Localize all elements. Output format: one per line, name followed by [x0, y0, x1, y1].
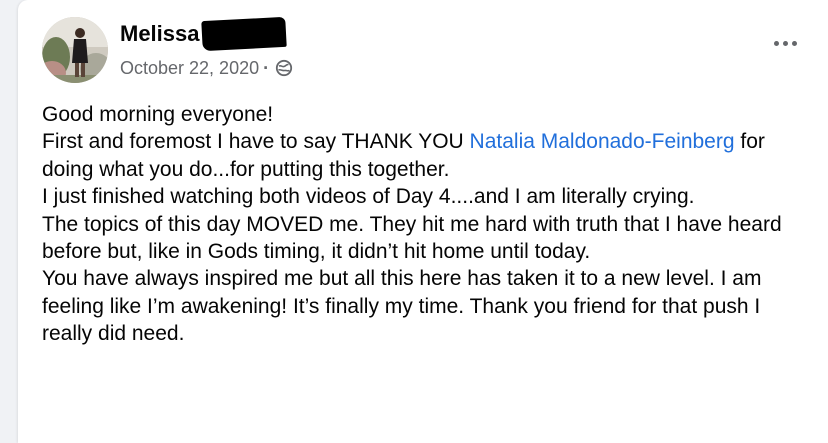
- avatar-photo: [42, 17, 108, 83]
- globe-icon[interactable]: [275, 59, 293, 77]
- avatar[interactable]: [42, 17, 108, 83]
- post-line-3: I just finished watching both videos of …: [42, 185, 695, 209]
- post-body: Good morning everyone! First and foremos…: [42, 101, 812, 348]
- more-dot: [792, 40, 797, 46]
- post-line-2-start: First and foremost I have to say THANK Y…: [42, 130, 470, 154]
- post-line-5: You have always inspired me but all this…: [42, 267, 762, 346]
- more-options-icon[interactable]: [774, 38, 800, 48]
- meta-separator: ·: [263, 58, 270, 78]
- post-line-2: First and foremost I have to say THANK Y…: [42, 128, 812, 183]
- author-name[interactable]: Melissa: [120, 16, 287, 52]
- post-meta: October 22, 2020 ·: [120, 56, 293, 80]
- post-date[interactable]: October 22, 2020: [120, 56, 259, 80]
- mention-link[interactable]: Natalia Maldonado-Feinberg: [470, 130, 735, 153]
- more-dot: [783, 40, 788, 46]
- facebook-post: Melissa October 22, 2020 · Good morning …: [18, 0, 828, 443]
- author-first-name[interactable]: Melissa: [120, 21, 200, 46]
- redaction-mark: [200, 16, 287, 52]
- post-line-4: The topics of this day MOVED me. They hi…: [42, 212, 782, 264]
- more-dot: [774, 40, 779, 46]
- post-line-1: Good morning everyone!: [42, 103, 274, 126]
